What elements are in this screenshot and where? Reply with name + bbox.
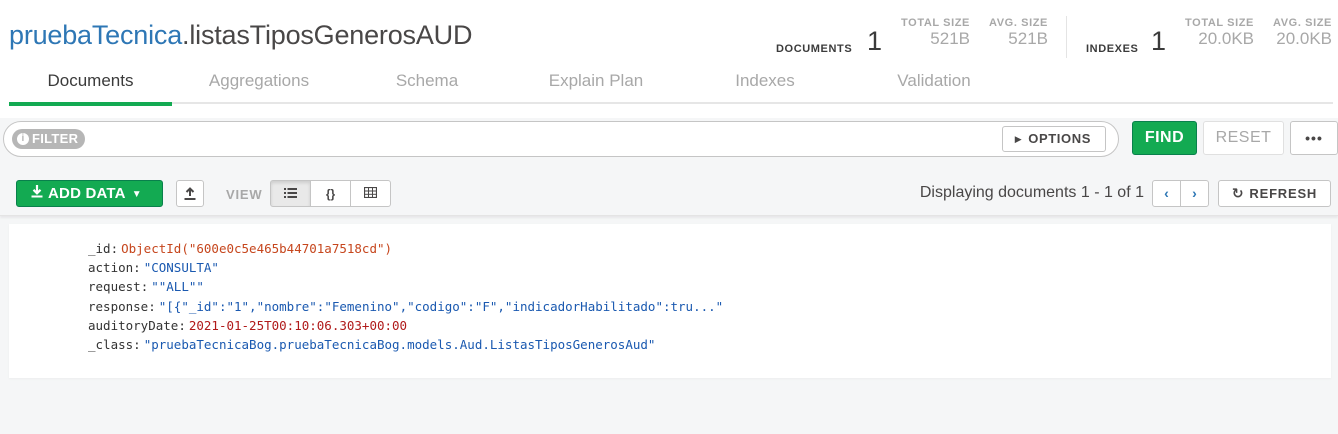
view-switcher: {} <box>270 180 391 207</box>
find-button[interactable]: FIND <box>1132 121 1197 155</box>
field-value: 2021-01-25T00:10:06.303+00:00 <box>188 317 408 333</box>
database-name: pruebaTecnica <box>9 20 183 50</box>
previous-page-button[interactable]: ‹ <box>1152 180 1181 207</box>
documents-toolbar: ADD DATA ▼ VIEW {} Displaying documents 1… <box>0 172 1338 216</box>
pagination-controls: ‹ › <box>1152 180 1209 207</box>
field-key: auditoryDate <box>88 317 179 333</box>
field-value: ""ALL"" <box>151 279 204 295</box>
pagination-status: Displaying documents 1 - 1 of 1 <box>919 184 1144 201</box>
documents-label: DOCUMENTS <box>776 43 853 55</box>
refresh-label: REFRESH <box>1249 186 1318 201</box>
idx-avg-size: AVG. SIZE 20.0KB <box>1266 17 1332 49</box>
documents-stat-label: DOCUMENTS <box>776 39 852 57</box>
upload-icon <box>184 187 196 205</box>
braces-icon: {} <box>325 186 336 201</box>
filter-pill[interactable]: i FILTER <box>12 129 86 149</box>
doc-total-size-value: 521B <box>930 29 970 48</box>
idx-total-size: TOTAL SIZE 20.0KB <box>1180 17 1254 49</box>
idx-avg-size-label: AVG. SIZE <box>1273 17 1332 29</box>
document-fields: _id: ObjectId("600e0c5e465b44701a7518cd")… <box>88 239 723 354</box>
doc-total-size-label: TOTAL SIZE <box>901 17 970 29</box>
field-row: _class: "pruebaTecnicaBog.pruebaTecnicaBo… <box>88 335 723 354</box>
collection-header: pruebaTecnica.listasTiposGenerosAUD DOCU… <box>0 0 1338 118</box>
download-icon <box>31 181 43 206</box>
list-view-button[interactable] <box>270 180 311 207</box>
caret-right-icon: ▶ <box>1014 134 1023 144</box>
idx-total-size-label: TOTAL SIZE <box>1185 17 1254 29</box>
more-options-button[interactable]: ••• <box>1290 121 1338 155</box>
field-key: _class <box>88 337 134 353</box>
field-row: auditoryDate: 2021-01-25T00:10:06.303+00:… <box>88 316 723 335</box>
field-key: request <box>88 279 141 295</box>
refresh-button[interactable]: ↻ REFRESH <box>1218 180 1331 207</box>
tab-documents[interactable]: Documents <box>9 66 172 106</box>
field-row: _id: ObjectId("600e0c5e465b44701a7518cd") <box>88 239 723 258</box>
field-value: ObjectId("600e0c5e465b44701a7518cd") <box>121 241 393 256</box>
list-icon <box>284 187 297 201</box>
doc-avg-size: AVG. SIZE 521B <box>982 17 1048 49</box>
next-page-button[interactable]: › <box>1180 180 1209 207</box>
view-label: VIEW <box>226 187 263 202</box>
idx-avg-size-value: 20.0KB <box>1276 29 1332 48</box>
field-key: _id <box>88 241 111 256</box>
tab-aggregations[interactable]: Aggregations <box>179 66 339 104</box>
collection-tabs: Documents Aggregations Schema Explain Pl… <box>9 66 1333 106</box>
doc-avg-size-value: 521B <box>1008 29 1048 48</box>
documents-count: 1 <box>867 26 883 56</box>
tab-schema[interactable]: Schema <box>349 66 505 104</box>
field-value: "CONSULTA" <box>143 260 219 276</box>
info-icon: i <box>17 133 29 145</box>
options-label: OPTIONS <box>1028 131 1091 146</box>
stats-divider <box>1066 16 1067 58</box>
field-row: request: ""ALL"" <box>88 277 723 296</box>
query-bar: i FILTER ▶ OPTIONS <box>3 121 1119 157</box>
json-view-button[interactable]: {} <box>310 180 351 207</box>
doc-total-size: TOTAL SIZE 521B <box>898 17 970 49</box>
tab-validation[interactable]: Validation <box>855 66 1013 104</box>
chevron-right-icon: › <box>1192 185 1197 201</box>
tab-indexes[interactable]: Indexes <box>685 66 845 104</box>
reset-button[interactable]: RESET <box>1203 121 1284 155</box>
filter-label: FILTER <box>32 131 79 146</box>
add-data-button[interactable]: ADD DATA ▼ <box>16 180 163 207</box>
tab-explain-plan[interactable]: Explain Plan <box>515 66 677 104</box>
field-row: action: "CONSULTA" <box>88 258 723 277</box>
field-colon: : <box>148 298 156 314</box>
options-button[interactable]: ▶ OPTIONS <box>1001 126 1106 152</box>
collection-name: listasTiposGenerosAUD <box>189 20 473 50</box>
field-key: action <box>88 260 134 276</box>
field-colon: : <box>110 241 119 256</box>
table-view-button[interactable] <box>350 180 391 207</box>
refresh-icon: ↻ <box>1231 185 1245 201</box>
field-colon: : <box>133 260 141 276</box>
add-data-label: ADD DATA <box>48 185 126 202</box>
field-row: response: "[{"_id":"1","nombre":"Femenino… <box>88 297 723 316</box>
filter-input[interactable] <box>94 126 994 152</box>
idx-total-size-value: 20.0KB <box>1198 29 1254 48</box>
caret-down-icon: ▼ <box>131 189 142 200</box>
field-colon: : <box>133 337 141 353</box>
indexes-label: INDEXES <box>1086 43 1139 55</box>
table-icon <box>363 186 378 201</box>
indexes-stat-label: INDEXES <box>1086 39 1139 57</box>
field-colon: : <box>140 279 149 295</box>
field-colon: : <box>178 317 186 333</box>
doc-avg-size-label: AVG. SIZE <box>989 17 1048 29</box>
document-card[interactable]: _id: ObjectId("600e0c5e465b44701a7518cd")… <box>9 224 1331 378</box>
export-collection-button[interactable] <box>176 180 204 207</box>
field-value: "pruebaTecnicaBog.pruebaTecnicaBog.model… <box>143 337 656 353</box>
indexes-count: 1 <box>1151 26 1167 56</box>
chevron-left-icon: ‹ <box>1164 185 1169 201</box>
namespace-title: pruebaTecnica.listasTiposGenerosAUD <box>9 20 472 51</box>
field-value: "[{"_id":"1","nombre":"Femenino","codigo… <box>158 298 724 314</box>
field-key: response <box>88 298 149 314</box>
